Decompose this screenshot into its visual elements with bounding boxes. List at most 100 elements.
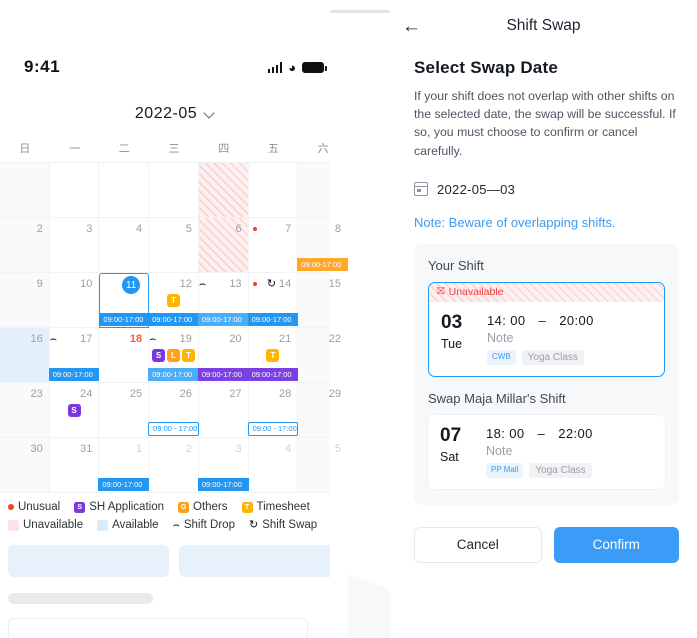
shift-bar[interactable]: 09:00 - 17:00 <box>148 422 199 436</box>
legend-row-secondary: Unavailable Available ⌢ Shift Drop ↻ Shift Sw… <box>8 519 340 531</box>
calendar-day-19[interactable]: ⌢ 19 S L T 09:00-17:00 <box>148 328 199 383</box>
legend-label: SH Application <box>89 501 164 513</box>
your-shift-card[interactable]: ⛝ Unavailable 03 Tue 14: 00 – 20:00 Note <box>428 281 665 377</box>
calendar-day-empty[interactable] <box>248 163 299 218</box>
badge-T[interactable]: T <box>181 349 195 362</box>
calendar-day-empty[interactable] <box>99 163 150 218</box>
calendar-day-6[interactable]: 6 <box>198 218 249 273</box>
badge-L[interactable]: L <box>166 349 180 362</box>
day-number-row <box>199 166 248 182</box>
confirm-button[interactable]: Confirm <box>553 526 679 563</box>
calendar-day-2[interactable]: 2 <box>0 218 50 273</box>
mobile-calendar-screen: 9:41 ◕ 2022-05 日一二三四五六 2 3 4 5 6 7 8 09:00-17:0… <box>0 0 348 638</box>
shift-bar[interactable]: 09:00 - 17:00 <box>247 422 299 436</box>
calendar-day-27[interactable]: 27 <box>198 383 249 438</box>
cancel-button[interactable]: Cancel <box>414 526 542 563</box>
day-number: 25 <box>129 388 143 400</box>
day-number-row: 11 <box>100 276 148 294</box>
unusual-dot-icon <box>252 227 257 231</box>
calendar-day-16[interactable]: 16 <box>0 328 50 383</box>
calendar-day-17[interactable]: ⌢ 17 09:00-17:00 <box>48 328 100 383</box>
chevron-down-icon[interactable] <box>203 106 215 119</box>
selected-date-row[interactable]: 2022-05—03 <box>413 182 685 197</box>
calendar-day-18[interactable]: 18 <box>99 328 150 383</box>
calendar-day-3[interactable]: 3 <box>49 218 100 273</box>
legend-label: Unusual <box>18 501 61 513</box>
shift-swap-icon: ↻ <box>248 518 259 531</box>
calendar-day-4[interactable]: 4 <box>99 218 150 273</box>
calendar-icon <box>413 182 429 197</box>
calendar-day-26[interactable]: 26 09:00 - 17:00 <box>148 383 199 438</box>
weekday-label-4: 四 <box>218 143 230 155</box>
calendar-grid[interactable]: 2 3 4 5 6 7 8 09:00-17:00 9 10 11 09:00-17:00 12 T 09:… <box>0 162 348 493</box>
legend-row-primary: Unusual S SH Application O Others T Timesheet <box>8 501 340 513</box>
badge-S[interactable]: S <box>67 404 81 417</box>
calendar-day-empty[interactable] <box>149 163 199 218</box>
day-number-row <box>149 166 198 182</box>
calendar-day-25[interactable]: 25 <box>99 383 150 438</box>
shift-drop-icon: ⌢ <box>49 332 57 345</box>
calendar-day-28[interactable]: 28 09:00 - 17:00 <box>247 383 299 438</box>
calendar-day-31[interactable]: 31 <box>49 438 100 493</box>
shift-bar[interactable]: 09:00-17:00 <box>297 258 348 271</box>
calendar-day-13[interactable]: ⌢ 13 09:00-17:00 <box>197 273 249 328</box>
calendar-day-empty[interactable] <box>49 163 100 218</box>
calendar-day-1[interactable]: 1 09:00-17:00 <box>98 438 150 493</box>
legend-item: Unusual <box>8 501 60 513</box>
calendar-day-10[interactable]: 10 <box>49 273 100 328</box>
day-number: 2 <box>36 223 43 235</box>
calendar-day-12[interactable]: 12 T 09:00-17:00 <box>148 273 199 328</box>
calendar-day-24[interactable]: 24 S <box>49 383 100 438</box>
day-number-row: ⌢ 17 <box>50 331 99 347</box>
day-number-row: 7 <box>249 221 298 237</box>
your-shift-date: 03 Tue <box>441 312 475 365</box>
day-number-row: 16 <box>0 331 49 347</box>
calendar-day-3[interactable]: 3 09:00-17:00 <box>197 438 249 493</box>
your-shift-time-range: 14: 00 – 20:00 <box>487 313 654 328</box>
badge-T[interactable]: T <box>166 294 180 307</box>
shift-bar[interactable]: 09:00-17:00 <box>148 313 199 326</box>
day-number-row: ↻ 14 <box>249 276 298 292</box>
swap-summary-box: Your Shift ⛝ Unavailable 03 Tue 14: 00 –… <box>414 243 679 505</box>
calendar-day-5[interactable]: 5 <box>149 218 199 273</box>
calendar-day-9[interactable]: 9 <box>0 273 50 328</box>
legend-item: T Timesheet <box>241 501 310 513</box>
calendar-day-30[interactable]: 30 <box>0 438 50 493</box>
day-number: 15 <box>328 278 341 290</box>
calendar-day-23[interactable]: 23 <box>0 383 50 438</box>
shift-bar[interactable]: 09:00-17:00 <box>197 313 249 326</box>
badge-T[interactable]: T <box>266 349 280 362</box>
time-range-dash: – <box>537 425 546 441</box>
shift-bar[interactable]: 09:00-17:00 <box>99 313 150 326</box>
shift-bar[interactable]: 09:00-17:00 <box>98 478 150 491</box>
calendar-day-20[interactable]: 20 09:00-17:00 <box>197 328 249 383</box>
other-shift-card[interactable]: 07 Sat 18: 00 – 22:00 Note PP Mall Yoga … <box>428 414 665 489</box>
day-number-row <box>0 166 49 182</box>
day-number-row: 4 <box>99 221 148 237</box>
shift-bar[interactable]: 09:00-17:00 <box>197 368 249 381</box>
day-number: 6 <box>235 223 242 235</box>
calendar-day-2[interactable]: 2 <box>149 438 199 493</box>
calendar-day-14[interactable]: ↻ 14 09:00-17:00 <box>247 273 299 328</box>
calendar-day-empty[interactable] <box>198 163 249 218</box>
panel-title: Shift Swap <box>506 17 581 34</box>
month-selector[interactable]: 2022-05 <box>0 94 348 134</box>
calendar-day-11[interactable]: 11 09:00-17:00 <box>99 273 150 328</box>
placeholder-row <box>8 545 340 577</box>
day-number: 19 <box>179 333 192 345</box>
calendar-day-empty[interactable] <box>0 163 50 218</box>
calendar-day-4[interactable]: 4 <box>248 438 299 493</box>
legend-label: Shift Swap <box>262 519 318 531</box>
shift-bar[interactable]: 09:00-17:00 <box>197 478 249 491</box>
status-indicators: ◕ <box>267 61 327 74</box>
legend-item: Unavailable <box>8 519 83 531</box>
shift-bar[interactable]: 09:00-17:00 <box>148 368 199 381</box>
shift-bar[interactable]: 09:00-17:00 <box>247 368 299 381</box>
badge-S[interactable]: S <box>151 349 165 362</box>
unavailable-banner: ⛝ Unavailable <box>429 282 664 302</box>
calendar-day-7[interactable]: 7 <box>248 218 299 273</box>
shift-bar[interactable]: 09:00-17:00 <box>48 368 100 381</box>
placeholder-pill <box>8 593 153 604</box>
shift-bar[interactable]: 09:00-17:00 <box>247 313 299 326</box>
calendar-day-21[interactable]: 21 T 09:00-17:00 <box>247 328 299 383</box>
